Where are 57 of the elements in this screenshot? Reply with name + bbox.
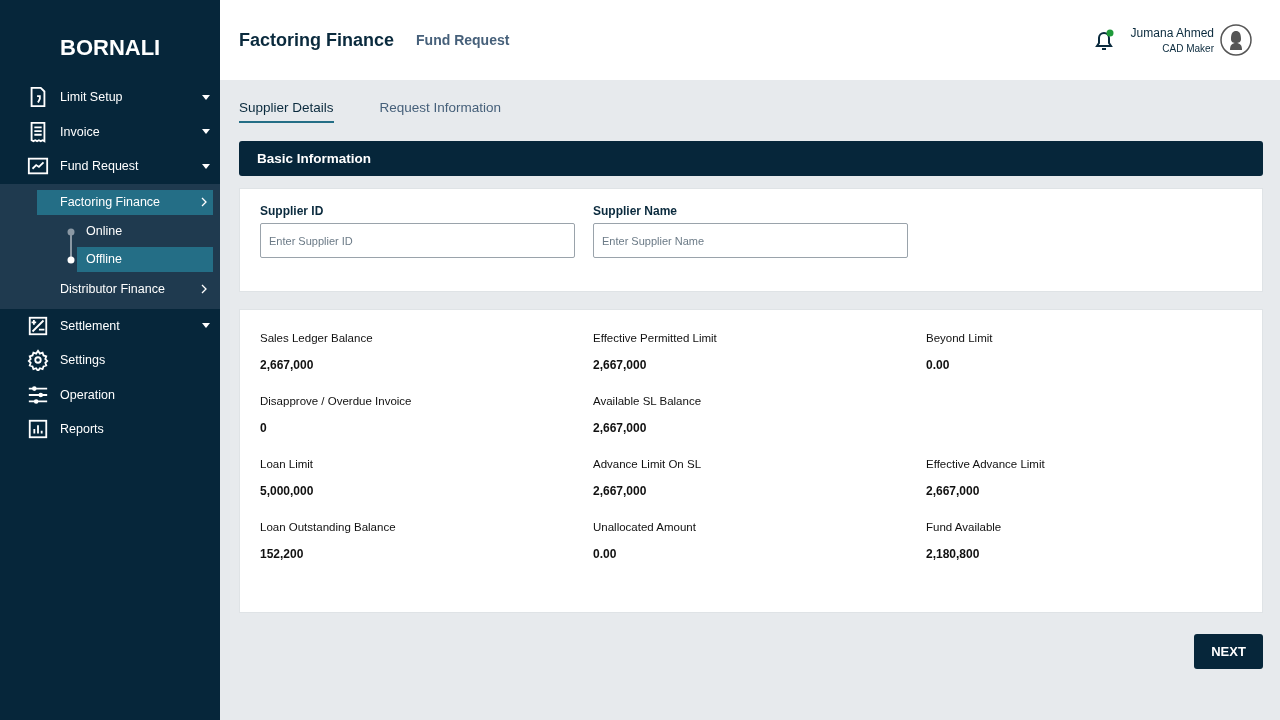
- step-dot-icon: [67, 227, 75, 236]
- stat-value: 2,667,000: [593, 358, 647, 372]
- stat-value: 0.00: [926, 358, 950, 372]
- user-name: Jumana Ahmed: [1130, 26, 1214, 40]
- notification-bell-icon[interactable]: [1092, 29, 1115, 51]
- sidebar-item[interactable]: Operation: [0, 377, 220, 412]
- stat-label: Advance Limit On SL: [593, 458, 702, 470]
- submenu-item[interactable]: Offline: [77, 247, 213, 272]
- stat-label: Effective Advance Limit: [926, 458, 1045, 470]
- stat-value: 2,667,000: [926, 484, 980, 498]
- submenu-item[interactable]: Factoring Finance: [37, 189, 213, 215]
- stat-label: Loan Outstanding Balance: [260, 521, 396, 533]
- field-label: Supplier Name: [593, 204, 679, 218]
- stat-value: 0.00: [593, 547, 617, 561]
- input-field[interactable]: Enter Supplier Name: [593, 223, 908, 258]
- next-button[interactable]: NEXT: [1194, 634, 1263, 669]
- avatar-icon[interactable]: [1220, 24, 1252, 56]
- stat-value: 0: [260, 421, 267, 435]
- stat-label: Unallocated Amount: [593, 521, 696, 533]
- settings-icon: [27, 349, 49, 372]
- submenu-item[interactable]: Distributor Finance: [37, 276, 213, 302]
- sidebar-item[interactable]: Reports: [0, 412, 220, 447]
- tab[interactable]: Supplier Details: [239, 98, 334, 123]
- stat-value: 5,000,000: [260, 484, 314, 498]
- stat-label: Beyond Limit: [926, 332, 993, 344]
- user-role: CAD Maker: [1162, 43, 1214, 54]
- bar-chart-icon: [27, 418, 49, 441]
- active-step-dot-icon: [67, 255, 75, 264]
- sidebar-item[interactable]: Settings: [0, 343, 220, 378]
- chevron-right-icon: [201, 284, 207, 294]
- stat-label: Available SL Balance: [593, 395, 702, 407]
- input-field[interactable]: Enter Supplier ID: [260, 223, 575, 258]
- stat-label: Fund Available: [926, 521, 1002, 533]
- stat-label: Disapprove / Overdue Invoice: [260, 395, 412, 407]
- sidebar-item[interactable]: Invoice: [0, 114, 220, 149]
- chevron-right-icon: [201, 197, 207, 207]
- stat-value: 2,667,000: [260, 358, 314, 372]
- section-header: Basic Information: [239, 141, 1263, 176]
- stat-value: 2,667,000: [593, 421, 647, 435]
- sidebar-item[interactable]: Fund Request: [0, 149, 220, 184]
- stat-label: Effective Permitted Limit: [593, 332, 717, 344]
- app-logo: BORNALI: [60, 34, 161, 62]
- stat-value: 2,180,800: [926, 547, 980, 561]
- page-title: Factoring Finance: [239, 29, 395, 51]
- stat-label: Loan Limit: [260, 458, 314, 470]
- sliders-icon: [27, 383, 49, 406]
- tab[interactable]: Request Information: [379, 98, 502, 123]
- sidebar-item[interactable]: Settlement: [0, 308, 220, 343]
- plus-minus-icon: [27, 314, 49, 337]
- breadcrumb: Fund Request: [416, 32, 510, 48]
- sidebar-item[interactable]: Limit Setup: [0, 80, 220, 115]
- stat-label: Sales Ledger Balance: [260, 332, 373, 344]
- stat-value: 152,200: [260, 547, 304, 561]
- field-label: Supplier ID: [260, 204, 325, 218]
- stat-value: 2,667,000: [593, 484, 647, 498]
- caret-icon: [202, 163, 210, 169]
- submenu-item[interactable]: Online: [77, 219, 213, 244]
